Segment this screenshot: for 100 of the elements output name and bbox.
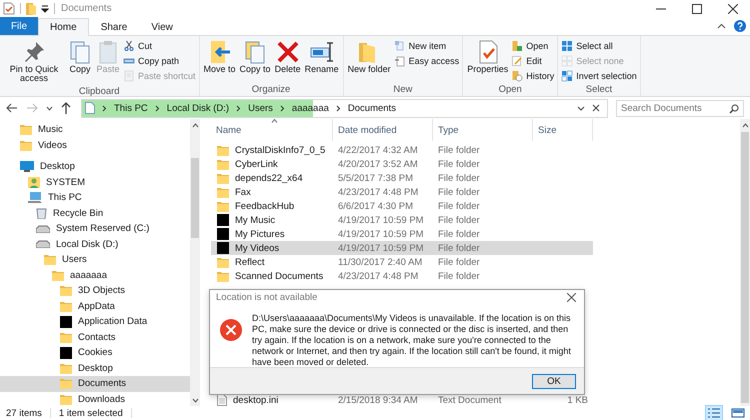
back-icon[interactable]: [6, 103, 18, 113]
tree-item[interactable]: Recycle Bin: [0, 206, 190, 221]
close-icon[interactable]: [592, 104, 600, 112]
scroll-up-icon[interactable]: [742, 123, 748, 128]
drive-icon: [36, 224, 50, 233]
search-field[interactable]: Search Documents: [616, 100, 744, 116]
breadcrumb[interactable]: Documents: [348, 102, 396, 114]
ribbon-button[interactable]: Cut: [123, 39, 196, 53]
open-icon: [511, 40, 524, 52]
tree-item[interactable]: Application Data: [0, 314, 190, 330]
maximize-icon[interactable]: [692, 4, 702, 14]
selection-count: 1 item selected: [58, 408, 123, 418]
ribbon-tab[interactable]: View: [139, 18, 185, 35]
file-row[interactable]: My Music 4/19/2017 10:59 PM File folder: [211, 213, 593, 227]
ribbon-button[interactable]: Properties: [466, 38, 510, 84]
file-type: File folder: [437, 256, 481, 268]
ribbon-button[interactable]: Delete: [274, 38, 302, 84]
address-bar[interactable]: This PC Local Disk (D:) Users aaaaaaa Documents: [81, 98, 608, 118]
copy-to-icon: [243, 40, 268, 64]
dropdown-icon[interactable]: [41, 4, 49, 12]
tree-item[interactable]: Downloads: [0, 392, 190, 407]
tree-item[interactable]: Local Disk (D:): [0, 236, 190, 252]
file-row[interactable]: Scanned Documents 4/23/2017 4:48 PM File folder: [211, 269, 593, 283]
recent-locations-icon[interactable]: [46, 106, 53, 110]
tree-item[interactable]: Videos: [0, 138, 190, 153]
date-modified: 4/23/2017 4:48 PM: [337, 186, 420, 198]
tree-item[interactable]: System Reserved (C:): [0, 221, 190, 236]
ok-button[interactable]: OK: [532, 374, 576, 389]
ribbon-button[interactable]: New item: [394, 39, 460, 53]
dropdown-icon[interactable]: [577, 106, 585, 110]
tree-item[interactable]: Documents: [0, 376, 190, 392]
large-icons-view-icon[interactable]: [730, 406, 746, 420]
ribbon-button[interactable]: Move to: [202, 38, 237, 84]
ribbon-tab[interactable]: Share: [88, 18, 140, 35]
tree-item[interactable]: Music: [0, 122, 190, 138]
edit-icon: [511, 55, 524, 67]
tree-item[interactable]: Cookies: [0, 345, 190, 360]
breadcrumb[interactable]: aaaaaaa: [292, 102, 329, 114]
breadcrumb[interactable]: Users: [248, 102, 273, 114]
details-view-icon[interactable]: [706, 406, 722, 420]
column-header[interactable]: Date modified: [333, 119, 433, 141]
file-name: FeedbackHub: [235, 200, 294, 212]
scroll-down-icon[interactable]: [192, 398, 198, 403]
ribbon-button[interactable]: Easy access: [394, 54, 460, 68]
ribbon-button[interactable]: Rename: [304, 38, 340, 84]
scrollbar-thumb[interactable]: [741, 132, 749, 403]
folder-icon: [20, 140, 32, 151]
scrollbar-thumb[interactable]: [191, 158, 199, 238]
ribbon-button[interactable]: Copy: [67, 38, 93, 86]
ribbon-button[interactable]: New folder: [346, 38, 392, 84]
breadcrumb[interactable]: Local Disk (D:): [166, 102, 230, 114]
file-row[interactable]: Fax 4/23/2017 4:48 PM File folder: [211, 185, 593, 199]
file-row[interactable]: CrystalDiskInfo7_0_5 4/22/2017 4:32 AM File folder: [211, 143, 593, 157]
up-icon[interactable]: [61, 102, 71, 114]
file-name: desktop.ini: [233, 394, 278, 406]
tree-item[interactable]: aaaaaaa: [0, 268, 190, 283]
ribbon-tab[interactable]: Home: [38, 18, 89, 36]
date-modified: 4/19/2017 10:59 PM: [337, 228, 425, 240]
ribbon-button[interactable]: Pin to Quick access: [3, 38, 65, 86]
tree-item[interactable]: SYSTEM: [0, 174, 190, 190]
folder-icon: [52, 270, 64, 281]
scroll-up-icon[interactable]: [192, 123, 198, 128]
help-icon[interactable]: [734, 20, 746, 32]
tree-item[interactable]: 3D Objects: [0, 283, 190, 298]
file-row[interactable]: My Videos 4/19/2017 10:59 PM File folder: [211, 241, 593, 255]
item-count: 27 items: [6, 408, 42, 418]
chevron-icon: [336, 104, 341, 112]
ribbon-button[interactable]: Invert selection: [561, 69, 637, 83]
tree-item[interactable]: Contacts: [0, 330, 190, 345]
file-row[interactable]: FeedbackHub 6/6/2017 4:30 PM File folder: [211, 199, 593, 213]
properties-icon[interactable]: [3, 2, 15, 15]
file-menu-tab[interactable]: File: [0, 17, 38, 35]
file-row[interactable]: Reflect 11/30/2017 2:40 AM File folder: [211, 255, 593, 269]
square-icon: [60, 346, 72, 359]
ribbon-button[interactable]: Open: [511, 39, 554, 53]
tree-item[interactable]: This PC: [0, 190, 190, 206]
column-header[interactable]: Name: [211, 119, 333, 141]
tree-item[interactable]: Desktop: [0, 360, 190, 376]
folder-icon: [60, 362, 72, 374]
file-row[interactable]: depends22_x64 5/5/2017 7:38 PM File folder: [211, 171, 593, 185]
close-icon[interactable]: [567, 293, 576, 302]
ribbon-button[interactable]: Copy path: [123, 54, 196, 68]
file-row[interactable]: My Pictures 4/19/2017 10:59 PM File folder: [211, 227, 593, 241]
ribbon-button[interactable]: Select all: [561, 39, 637, 53]
delete-icon: [276, 40, 300, 64]
tree-item[interactable]: AppData: [0, 298, 190, 314]
ribbon-button[interactable]: Copy to: [238, 38, 272, 84]
tree-item[interactable]: Desktop: [0, 159, 190, 174]
ribbon-button[interactable]: History: [511, 69, 554, 83]
column-header[interactable]: Type: [433, 119, 533, 141]
breadcrumb[interactable]: This PC: [114, 102, 148, 114]
column-header[interactable]: Size: [533, 119, 593, 141]
close-icon[interactable]: [728, 4, 738, 14]
recycle-bin-icon: [36, 207, 47, 220]
file-row[interactable]: CyberLink 4/20/2017 3:52 AM File folder: [211, 157, 593, 171]
chevron-icon: [280, 104, 285, 112]
tree-item[interactable]: Users: [0, 252, 190, 268]
ribbon-button[interactable]: Edit: [511, 54, 554, 68]
folder-icon: [217, 172, 229, 184]
collapse-ribbon-icon[interactable]: [717, 23, 726, 29]
